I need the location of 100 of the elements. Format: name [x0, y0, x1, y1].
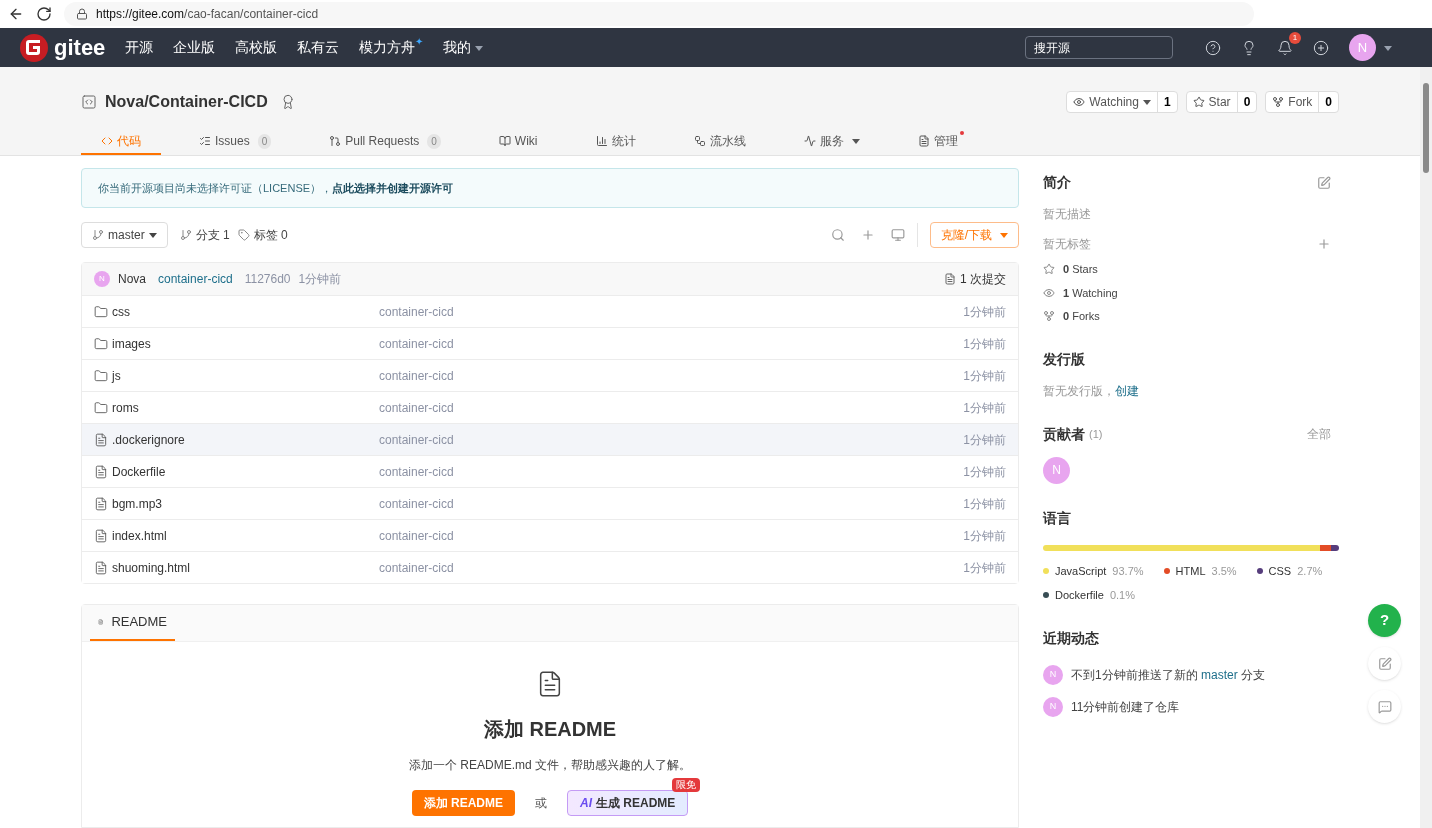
section-title: 语言: [1043, 508, 1072, 528]
bar-chart-icon: [595, 135, 608, 147]
description-text: 暂无描述: [1043, 206, 1092, 223]
section-title: 简介: [1043, 173, 1071, 192]
repo-tab[interactable]: Wiki: [478, 129, 558, 155]
repo-action-button[interactable]: Star 0: [1185, 91, 1258, 113]
eye-icon: [1073, 96, 1086, 108]
file-icon: [94, 560, 108, 575]
ai-generate-button[interactable]: AI 生成 README: [567, 790, 689, 816]
file-time: 1分钟前: [963, 527, 1006, 545]
file-icon: [94, 432, 108, 447]
file-time: 1分钟前: [963, 463, 1006, 481]
lightbulb-icon[interactable]: [1241, 39, 1257, 56]
tags-text: 暂无标签: [1043, 236, 1091, 253]
add-icon[interactable]: [1313, 39, 1329, 56]
nav-link[interactable]: 开源: [125, 37, 154, 58]
logo-text[interactable]: gitee: [54, 31, 106, 64]
language-percent: 2.7%: [1297, 563, 1323, 579]
fork-icon: [1272, 96, 1285, 108]
file-name[interactable]: shuoming.html: [112, 558, 191, 577]
readme-description: 添加一个 README.md 文件，帮助感兴趣的人了解。: [409, 757, 691, 774]
repo-tab[interactable]: Issues 0: [179, 129, 292, 155]
branch-icon: [92, 229, 104, 241]
create-link[interactable]: 创建: [1115, 381, 1139, 400]
branch-link[interactable]: master: [1201, 667, 1238, 682]
repo-tab[interactable]: 服务: [783, 129, 880, 155]
file-row[interactable]: .dockerignore container-cicd 1分钟前: [82, 423, 1018, 455]
search-icon[interactable]: [830, 228, 845, 242]
commit-count[interactable]: 1 次提交: [960, 270, 1006, 288]
tags-link[interactable]: 标签 0: [237, 226, 288, 244]
back-icon[interactable]: [8, 6, 24, 22]
scrollbar[interactable]: [1420, 67, 1432, 828]
code-icon: [101, 135, 113, 147]
or-text: 或: [535, 795, 547, 812]
file-time: 1分钟前: [963, 495, 1006, 513]
stat-link[interactable]: 0 Forks: [1063, 308, 1100, 325]
repo-action-button[interactable]: Watching 1: [1066, 91, 1178, 113]
activity-text: 不到1分钟前推送了新的 master 分支: [1071, 666, 1266, 684]
file-name[interactable]: roms: [112, 398, 139, 417]
action-count: 0: [1236, 92, 1257, 112]
file-name[interactable]: index.html: [112, 526, 167, 545]
pull-request-icon: [329, 135, 342, 147]
language-percent: 0.1%: [1109, 588, 1135, 603]
repo-tab[interactable]: 统计: [575, 129, 656, 155]
stat-link[interactable]: 1 Watching: [1063, 284, 1118, 301]
file-time: 1分钟前: [963, 335, 1006, 353]
caret-icon: [148, 231, 157, 239]
file-icon: [94, 496, 108, 511]
nav-link[interactable]: 模力方舟✦: [359, 37, 424, 58]
repo-tab[interactable]: 流水线: [673, 129, 766, 155]
folder-icon: [94, 400, 108, 415]
branches-link[interactable]: 分支 1: [179, 226, 230, 244]
language-name: CSS: [1268, 563, 1292, 579]
language-name: HTML: [1175, 563, 1206, 579]
caret-icon: [475, 43, 484, 52]
logo-icon[interactable]: [20, 33, 48, 62]
repository-icon: [81, 94, 97, 110]
nav-link[interactable]: 我的: [443, 37, 484, 58]
tag-icon: [237, 229, 250, 241]
folder-icon: [94, 304, 108, 319]
readme-tab[interactable]: README: [90, 605, 175, 641]
edit-icon[interactable]: [1317, 175, 1331, 190]
license-link[interactable]: 点此选择并创建开源许可: [332, 179, 454, 197]
file-name[interactable]: Dockerfile: [112, 462, 166, 481]
file-name[interactable]: bgm.mp3: [112, 494, 163, 513]
commit-message[interactable]: container-cicd: [158, 270, 233, 288]
bell-icon[interactable]: [1277, 39, 1293, 56]
section-title: 近期动态: [1043, 628, 1100, 648]
nav-link[interactable]: 私有云: [297, 37, 340, 58]
eye-icon: [1043, 286, 1055, 299]
free-badge: 限免: [672, 778, 701, 792]
file-name[interactable]: images: [112, 334, 151, 353]
fork-icon: [1043, 310, 1055, 323]
section-title: 贡献者: [1043, 424, 1085, 444]
repo-tab[interactable]: Pull Requests 0: [309, 129, 461, 155]
branch-selector[interactable]: master: [81, 222, 168, 248]
help-icon[interactable]: [1205, 39, 1221, 56]
nav-link[interactable]: 高校版: [235, 37, 278, 58]
stat-link[interactable]: 0 Stars: [1063, 261, 1098, 278]
pulse-icon: [803, 135, 816, 147]
language-name: JavaScript: [1055, 563, 1107, 579]
file-icon: [94, 528, 108, 543]
repo-action-button[interactable]: Fork 0: [1265, 91, 1339, 113]
monitor-icon[interactable]: [890, 228, 905, 242]
feedback-button[interactable]: [1368, 647, 1401, 680]
language-percent: 3.5%: [1211, 563, 1237, 579]
section-title: 发行版: [1043, 349, 1086, 369]
file-name[interactable]: css: [112, 302, 130, 321]
file-row[interactable]: shuoming.html container-cicd 1分钟前: [82, 551, 1018, 583]
search-field[interactable]: 搜开源: [1025, 36, 1173, 59]
reload-icon[interactable]: [36, 6, 52, 22]
language-name: Dockerfile: [1055, 588, 1104, 603]
repo-title[interactable]: Nova/Container-CICD: [105, 90, 268, 114]
address-bar[interactable]: https://gitee.com/cao-facan/container-cicd: [64, 2, 1254, 26]
file-name[interactable]: js: [112, 366, 121, 385]
file-name[interactable]: .dockerignore: [112, 430, 185, 449]
url-text: https://gitee.com/cao-facan/container-cicd: [96, 6, 319, 23]
commit-author[interactable]: Nova: [118, 270, 146, 288]
nav-link[interactable]: 企业版: [173, 37, 216, 58]
repo-tab[interactable]: 管理: [897, 129, 978, 155]
